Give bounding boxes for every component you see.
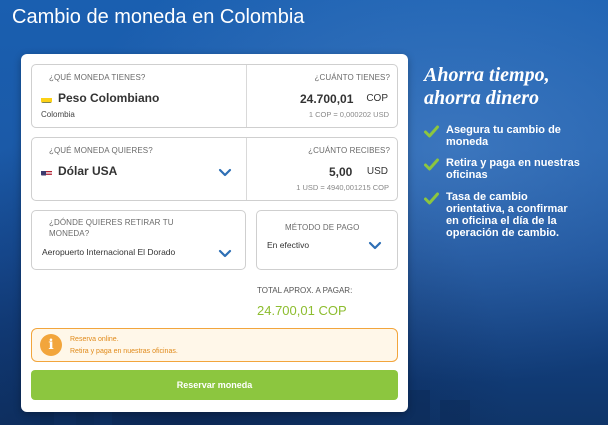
to-amount-field[interactable]: ¿CUÁNTO RECIBES? 5,00 USD 1 USD = 4940,0…	[247, 138, 397, 200]
promo-title-line-1: Ahorra tiempo,	[424, 64, 550, 86]
page-title: Cambio de moneda en Colombia	[12, 6, 305, 28]
benefit-text: oficinas	[446, 169, 488, 181]
benefit-item: Retira y paga en nuestras oficinas	[424, 157, 604, 183]
payment-method-value: En efectivo	[267, 240, 310, 250]
benefit-text: orientativa, a confirmar	[446, 203, 568, 215]
pickup-location-label-2: MONEDA?	[49, 229, 90, 238]
checkmark-icon	[424, 192, 439, 205]
checkmark-icon	[424, 158, 439, 171]
notice-line-1: Reserva online.	[70, 336, 119, 343]
from-amount-label: ¿CUÁNTO TIENES?	[314, 73, 390, 82]
pickup-location-label: ¿DÓNDE QUIERES RETIRAR TU	[49, 218, 174, 227]
from-currency-label: ¿QUÉ MONEDA TIENES?	[49, 73, 146, 82]
info-icon: i	[40, 334, 62, 356]
exchange-form-card: ¿QUÉ MONEDA TIENES? Peso Colombiano Colo…	[21, 54, 408, 412]
checkmark-icon	[424, 125, 439, 138]
payment-method-dropdown[interactable]: MÉTODO DE PAGO En efectivo	[256, 210, 398, 270]
from-currency-country: Colombia	[41, 110, 75, 119]
to-amount-label: ¿CUÁNTO RECIBES?	[308, 146, 390, 155]
benefit-text: Asegura tu cambio de	[446, 124, 561, 136]
benefit-item: Tasa de cambio orientativa, a confirmar …	[424, 191, 604, 243]
to-exchange-rate: 1 USD = 4940,001215 COP	[296, 183, 389, 192]
from-amount-value: 24.700,01	[300, 92, 354, 106]
chevron-down-icon[interactable]	[218, 249, 232, 259]
promo-title-line-2: ahorra dinero	[424, 87, 540, 109]
chevron-down-icon[interactable]	[368, 241, 382, 251]
benefit-text: Tasa de cambio	[446, 191, 528, 203]
chevron-down-icon[interactable]	[218, 168, 232, 178]
to-currency-code: USD	[366, 166, 388, 177]
benefit-item: Asegura tu cambio de moneda	[424, 124, 604, 150]
to-currency-selector[interactable]: ¿QUÉ MONEDA QUIERES? Dólar USA	[32, 138, 246, 200]
pickup-location-value: Aeropuerto Internacional El Dorado	[42, 247, 176, 257]
colombia-flag-icon	[41, 94, 52, 103]
benefit-text: Retira y paga en nuestras	[446, 157, 580, 169]
total-value: 24.700,01 COP	[257, 303, 347, 318]
from-currency-name: Peso Colombiano	[58, 91, 160, 105]
usa-flag-icon	[41, 167, 52, 176]
to-currency-label: ¿QUÉ MONEDA QUIERES?	[49, 146, 153, 155]
from-currency-box: ¿QUÉ MONEDA TIENES? Peso Colombiano Colo…	[31, 64, 398, 128]
reserve-currency-button[interactable]: Reservar moneda	[31, 370, 398, 400]
total-label: TOTAL APROX. A PAGAR:	[257, 286, 353, 295]
from-currency-code: COP	[366, 93, 388, 104]
benefit-text: en oficina el día de la	[446, 215, 557, 227]
to-currency-box: ¿QUÉ MONEDA QUIERES? Dólar USA ¿CUÁNTO R…	[31, 137, 398, 201]
reservation-notice: i Reserva online. Retira y paga en nuest…	[31, 328, 398, 362]
notice-line-2: Retira y paga en nuestras oficinas.	[70, 348, 178, 355]
payment-method-label: MÉTODO DE PAGO	[285, 223, 360, 232]
benefit-text: operación de cambio.	[446, 227, 560, 239]
from-currency-selector[interactable]: ¿QUÉ MONEDA TIENES? Peso Colombiano Colo…	[32, 65, 246, 127]
from-exchange-rate: 1 COP = 0,000202 USD	[308, 110, 389, 119]
from-amount-field[interactable]: ¿CUÁNTO TIENES? 24.700,01 COP 1 COP = 0,…	[247, 65, 397, 127]
to-currency-name: Dólar USA	[58, 164, 118, 178]
pickup-location-dropdown[interactable]: ¿DÓNDE QUIERES RETIRAR TU MONEDA? Aeropu…	[31, 210, 246, 270]
to-amount-value: 5,00	[329, 165, 353, 179]
benefit-text: moneda	[446, 136, 489, 148]
